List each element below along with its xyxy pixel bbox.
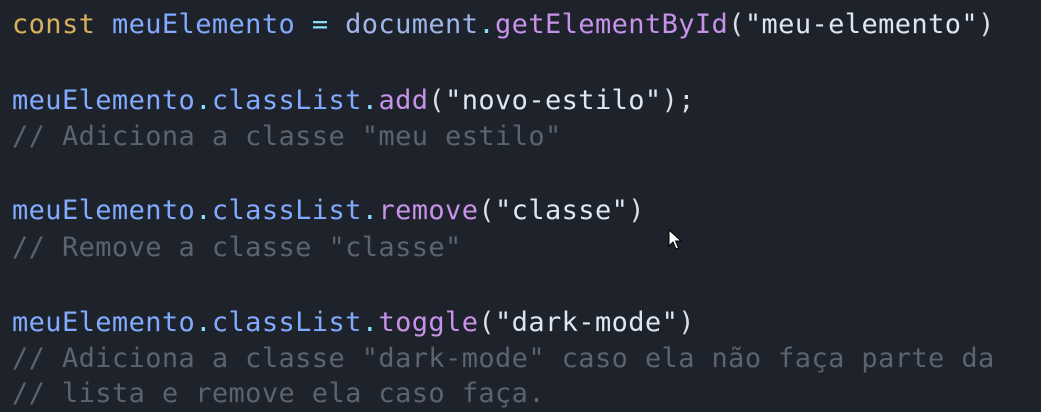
variable-token: meuElemento	[111, 9, 296, 40]
code-line-6: meuElemento.classList.toggle("dark-mode"…	[12, 305, 695, 341]
string-token: "meu-elemento"	[744, 9, 979, 40]
property-token: classList	[211, 195, 362, 226]
dot-token: .	[195, 85, 212, 116]
dot-token: .	[478, 9, 496, 40]
code-editor[interactable]: const meuElemento = document.getElementB…	[0, 0, 1041, 412]
string-token: "classe"	[495, 195, 629, 226]
paren-open-token: (	[478, 195, 496, 226]
object-token: meuElemento	[12, 85, 196, 116]
paren-close-token: );	[661, 85, 695, 116]
code-line-3: // Adiciona a classe "meu estilo"	[12, 119, 562, 155]
comment-token: // Adiciona a classe "dark-mode" caso el…	[12, 343, 995, 374]
comment-token: // lista e remove ela caso faça.	[12, 378, 545, 409]
paren-close-token: )	[628, 195, 645, 226]
method-token: toggle	[378, 307, 479, 338]
string-token: "novo-estilo"	[445, 85, 662, 116]
method-token: remove	[378, 195, 479, 226]
dot-token: .	[361, 195, 379, 226]
code-line-2: meuElemento.classList.add("novo-estilo")…	[12, 83, 695, 119]
string-token: "dark-mode"	[495, 307, 679, 338]
operator-token: =	[311, 9, 329, 40]
paren-close-token: )	[978, 9, 995, 40]
comment-token: // Adiciona a classe "meu estilo"	[12, 121, 562, 152]
dot-token: .	[361, 85, 379, 116]
code-line-1: const meuElemento = document.getElementB…	[12, 7, 995, 43]
property-token: classList	[211, 85, 362, 116]
keyword-token: const	[12, 9, 96, 40]
paren-open-token: (	[478, 307, 496, 338]
code-line-7: // Adiciona a classe "dark-mode" caso el…	[12, 341, 995, 377]
method-token: getElementById	[495, 9, 729, 40]
paren-open-token: (	[728, 9, 745, 40]
mouse-pointer-icon	[668, 229, 682, 250]
object-token: document	[345, 9, 479, 40]
comment-token: // Remove a classe "classe"	[12, 232, 462, 263]
dot-token: .	[361, 307, 379, 338]
paren-close-token: )	[678, 307, 695, 338]
method-token: add	[378, 85, 429, 116]
code-line-8: // lista e remove ela caso faça.	[12, 376, 545, 412]
object-token: meuElemento	[12, 195, 196, 226]
code-line-5: // Remove a classe "classe"	[12, 230, 462, 266]
dot-token: .	[195, 307, 212, 338]
dot-token: .	[195, 195, 212, 226]
code-line-4: meuElemento.classList.remove("classe")	[12, 193, 645, 229]
paren-open-token: (	[428, 85, 446, 116]
property-token: classList	[211, 307, 362, 338]
object-token: meuElemento	[12, 307, 196, 338]
